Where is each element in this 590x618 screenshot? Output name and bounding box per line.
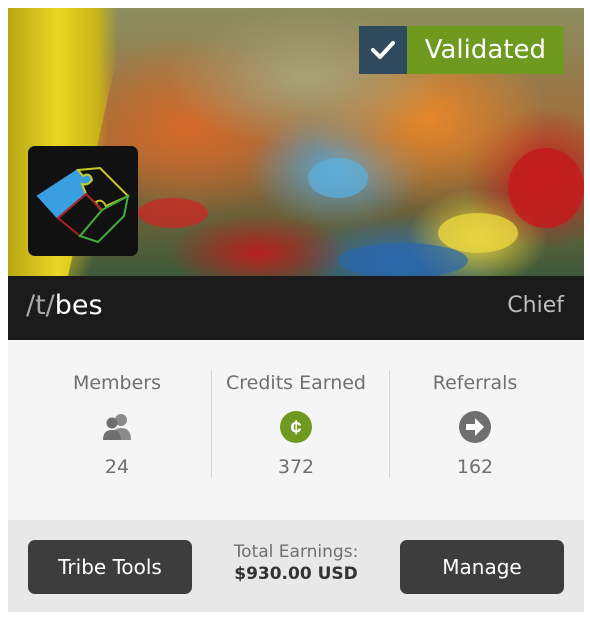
stat-title: Referrals (432, 372, 518, 394)
svg-text:¢: ¢ (290, 417, 301, 439)
stat-value: 372 (277, 456, 315, 478)
puzzle-pieces-logo (36, 166, 130, 244)
cover-confetti (508, 148, 584, 228)
earnings-label: Total Earnings: (233, 542, 359, 562)
stat-value: 162 (456, 456, 494, 478)
stat-title: Credits Earned (226, 372, 366, 394)
validated-badge: Validated (358, 26, 564, 74)
cover-confetti (308, 158, 368, 198)
card-footer: Tribe Tools Total Earnings: $930.00 USD … (8, 520, 584, 612)
tribe-name-text: bes (54, 290, 103, 321)
cover-confetti (438, 213, 518, 253)
tribe-prefix: /t/ (26, 290, 55, 321)
manage-button[interactable]: Manage (400, 540, 564, 594)
stat-value: 24 (104, 456, 130, 478)
cover-confetti (338, 243, 468, 276)
cover-image: Validated (8, 8, 584, 276)
tribe-stats: Members 24 Credits Earned ¢ 372 Referral… (8, 340, 584, 520)
stat-referrals: Referrals 162 (386, 340, 564, 520)
validated-label: Validated (406, 26, 564, 74)
tribe-name-bar: /t/bes Chief (8, 276, 584, 340)
cover-confetti (138, 198, 208, 228)
total-earnings: Total Earnings: $930.00 USD (208, 542, 384, 584)
tribe-card: Validated /t/bes Chief Members 24 Credit… (8, 8, 584, 612)
tribe-tools-button[interactable]: Tribe Tools (28, 540, 192, 594)
cent-coin-icon: ¢ (279, 410, 313, 444)
check-icon (358, 26, 407, 74)
earnings-value: $930.00 USD (234, 564, 358, 584)
tribe-logo[interactable] (28, 146, 138, 256)
arrow-right-circle-icon (458, 410, 492, 444)
stat-members: Members 24 (28, 340, 206, 520)
members-icon (100, 410, 134, 444)
tribe-name[interactable]: /t/bes (26, 290, 103, 321)
member-role: Chief (507, 293, 564, 318)
stat-credits: Credits Earned ¢ 372 (207, 340, 385, 520)
stat-title: Members (72, 372, 162, 394)
